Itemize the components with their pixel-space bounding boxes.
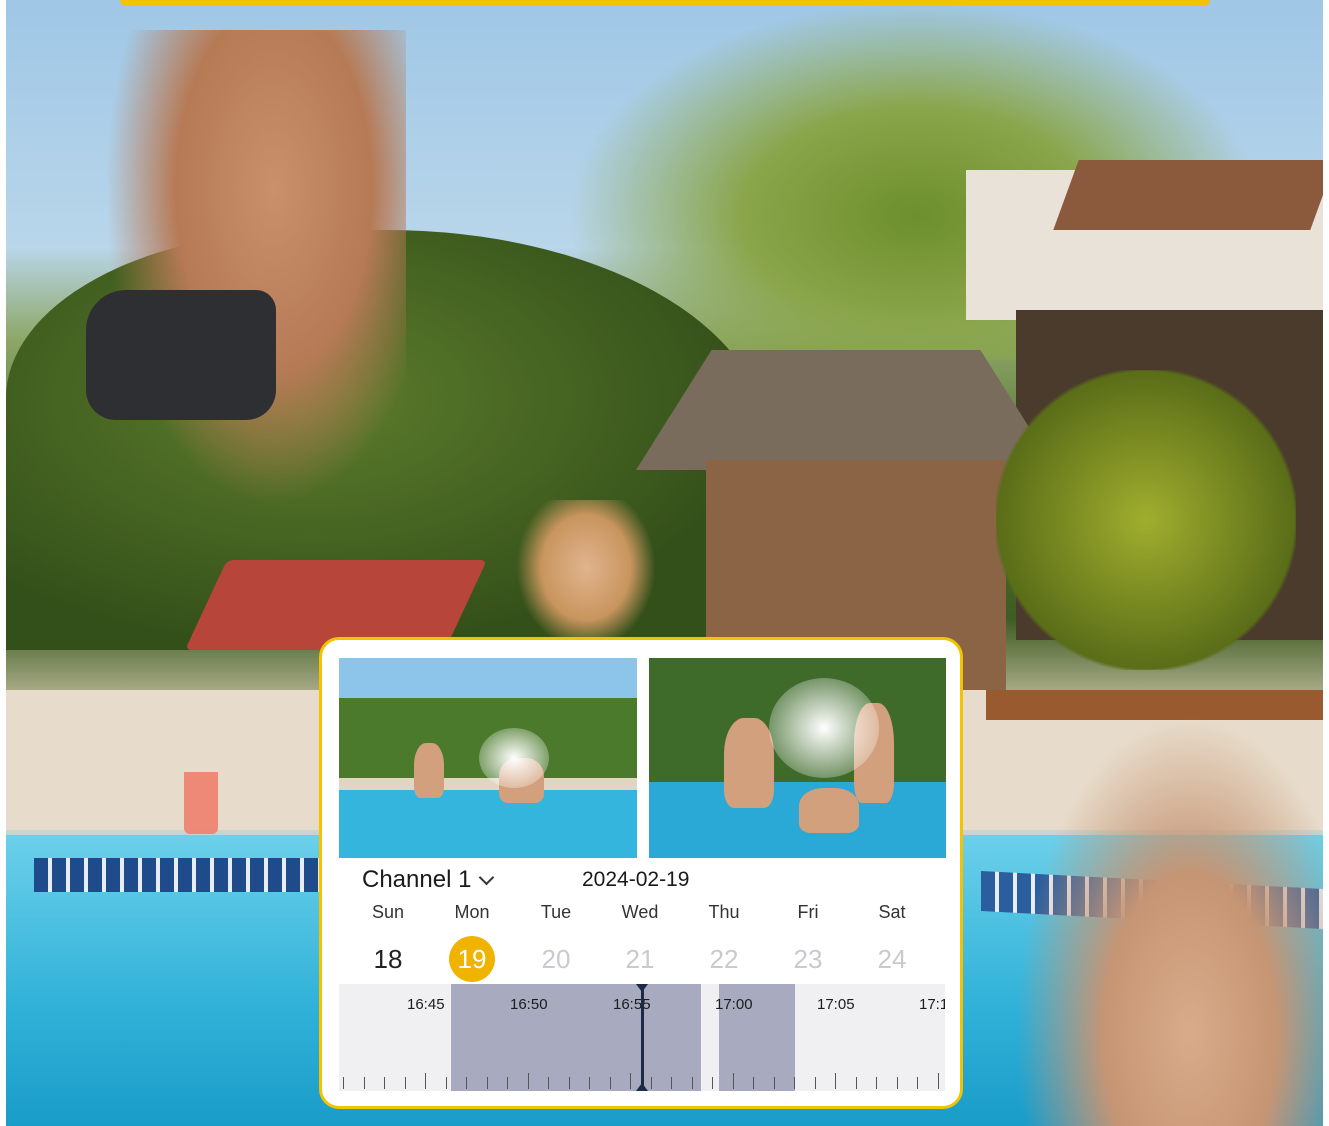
day-name: Sat: [878, 902, 906, 922]
house-roof: [1053, 160, 1323, 230]
day-fri: Fri 23: [770, 902, 846, 982]
day-name: Fri: [797, 902, 819, 922]
day-name: Tue: [540, 902, 572, 922]
day-number: 21: [625, 944, 655, 974]
time-label: 17:05: [817, 996, 855, 1013]
pool-tiles: [34, 858, 324, 892]
woman-in-pool: [516, 500, 656, 650]
day-sun[interactable]: Sun 18: [350, 902, 426, 982]
timeline-tick: [773, 1077, 775, 1089]
timeline-tick: [937, 1073, 939, 1089]
timeline-tick: [445, 1077, 447, 1089]
day-number: 23: [793, 944, 823, 974]
time-label: 17:1: [919, 996, 945, 1013]
day-name: Thu: [708, 902, 740, 922]
person-figure: [798, 788, 859, 833]
camera-preview-2[interactable]: [648, 658, 946, 858]
timeline-tick: [876, 1077, 877, 1089]
day-number: 20: [541, 944, 571, 974]
water-splash: [768, 678, 879, 778]
timeline-tick: [650, 1077, 652, 1089]
timeline-tick: [404, 1077, 406, 1089]
day-name: Mon: [454, 902, 490, 922]
shrub: [996, 370, 1296, 670]
timeline-tick: [753, 1077, 754, 1089]
timeline-tick: [609, 1077, 611, 1089]
timeline-tick: [712, 1077, 713, 1089]
timeline-tick: [814, 1077, 816, 1089]
timeline-tick: [568, 1077, 570, 1089]
playback-card: Channel 1 2024-02-19 Sun 18 Mon 19 Tue 2…: [319, 637, 963, 1109]
timeline-tick: [507, 1077, 508, 1089]
day-name: Sun: [371, 902, 405, 922]
timeline-tick: [343, 1077, 344, 1089]
day-number: 22: [709, 944, 739, 974]
timeline-tick: [384, 1077, 385, 1089]
timeline-tick: [589, 1077, 590, 1089]
timeline-tick: [691, 1077, 693, 1089]
drink-glass: [184, 772, 218, 834]
top-accent-bar: [120, 0, 1210, 6]
timeline-tick: [363, 1077, 365, 1089]
day-number: 24: [877, 944, 907, 974]
timeline-tick: [794, 1077, 795, 1089]
camera-preview-1[interactable]: [339, 658, 637, 858]
recording-timeline[interactable]: 16:45 16:50 16:55 17:00 17:05 17:1: [339, 984, 945, 1091]
person-figure: [723, 718, 774, 808]
water-splash: [479, 728, 549, 788]
swim-shorts: [86, 290, 276, 420]
channel-label: Channel 1: [362, 866, 472, 893]
day-wed: Wed 21: [602, 902, 678, 982]
timeline-tick: [527, 1073, 529, 1089]
person-figure: [414, 743, 444, 798]
time-label: 16:45: [407, 996, 445, 1013]
timeline-tick: [486, 1077, 488, 1089]
day-tue: Tue 20: [518, 902, 594, 982]
playback-cursor[interactable]: [636, 984, 648, 1091]
day-number: 18: [373, 944, 403, 974]
day-name: Wed: [621, 902, 659, 922]
timeline-tick: [896, 1077, 898, 1089]
timeline-tick: [466, 1077, 467, 1089]
day-mon[interactable]: Mon 19: [434, 902, 510, 982]
time-label: 16:55: [613, 996, 651, 1013]
camera-previews: [339, 658, 946, 858]
day-thu: Thu 22: [686, 902, 762, 982]
timeline-tick: [732, 1073, 734, 1089]
time-label: 16:50: [510, 996, 548, 1013]
timeline-tick: [425, 1073, 426, 1089]
timeline-tick: [630, 1073, 631, 1089]
week-calendar: Sun 18 Mon 19 Tue 20 Wed 21 Thu 22 Fri 2…: [350, 902, 930, 982]
timeline-tick: [917, 1077, 918, 1089]
selected-date: 2024-02-19: [582, 868, 690, 891]
channel-selector[interactable]: Channel 1: [362, 866, 495, 894]
day-sat: Sat 24: [854, 902, 930, 982]
timeline-tick: [855, 1077, 857, 1089]
time-label: 17:00: [715, 996, 753, 1013]
day-number-selected: 19: [449, 936, 495, 982]
raised-arms-person: [986, 660, 1323, 1126]
timeline-tick: [835, 1073, 836, 1089]
timeline-tick: [548, 1077, 549, 1089]
timeline-tick: [671, 1077, 672, 1089]
chevron-down-icon: [479, 869, 495, 885]
